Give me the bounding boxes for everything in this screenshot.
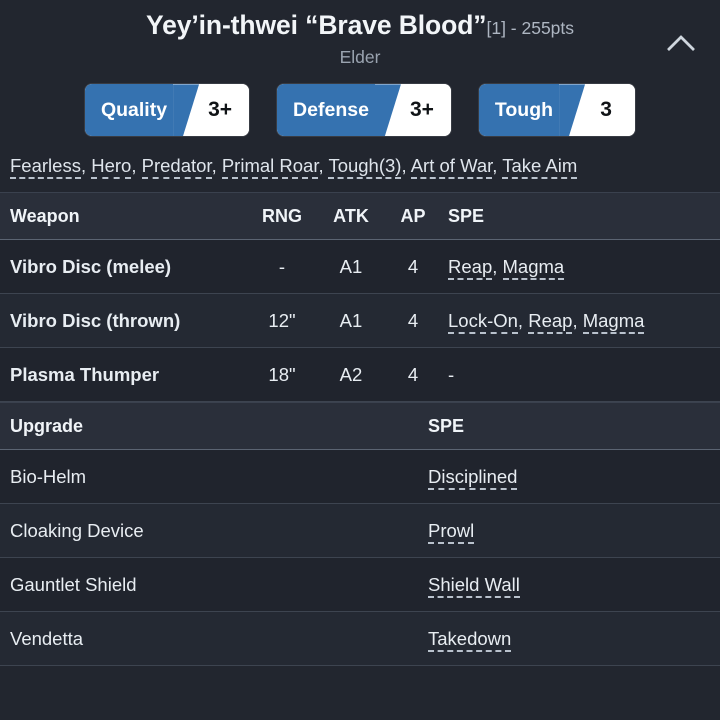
weapon-atk: A1: [316, 239, 386, 295]
upgrade-spe: Takedown: [420, 611, 720, 667]
upgrade-spe: Shield Wall: [420, 557, 720, 613]
weapon-rng: 12": [248, 293, 316, 349]
rule-separator: ,: [401, 155, 411, 177]
weapon-special-rule[interactable]: Reap: [448, 256, 493, 281]
column-header-weapon: Weapon: [0, 192, 248, 241]
table-row: Vendetta Takedown: [0, 611, 720, 667]
stat-label: Defense: [277, 84, 375, 137]
table-row: Bio-Helm Disciplined: [0, 449, 720, 505]
weapons-table: Weapon RNG ATK AP SPE Vibro Disc (melee)…: [0, 192, 720, 403]
weapon-special-rule[interactable]: Magma: [582, 310, 645, 335]
column-header-atk: ATK: [316, 192, 386, 241]
upgrade-spe: Prowl: [420, 503, 720, 559]
weapon-rng: 18": [248, 347, 316, 403]
rule-separator: ,: [131, 155, 142, 177]
stat-value: 3+: [400, 84, 451, 137]
weapon-name: Vibro Disc (thrown): [0, 293, 248, 349]
weapon-spe: -: [440, 347, 720, 403]
column-header-upgrade-spe: SPE: [420, 402, 720, 451]
column-header-upgrade: Upgrade: [0, 402, 420, 451]
upgrade-name: Gauntlet Shield: [0, 557, 420, 613]
rule-separator: ,: [492, 155, 503, 177]
upgrade-special-rule[interactable]: Shield Wall: [428, 574, 520, 599]
stat-badge-quality[interactable]: Quality 3+: [84, 84, 250, 137]
upgrade-name: Cloaking Device: [0, 503, 420, 559]
weapon-ap: 4: [386, 347, 440, 403]
special-rule[interactable]: Tough(3): [328, 155, 402, 180]
weapon-spe: Reap, Magma: [440, 239, 720, 295]
rule-separator: ,: [492, 256, 503, 278]
upgrade-special-rule[interactable]: Prowl: [428, 520, 475, 545]
special-rule[interactable]: Hero: [91, 155, 132, 180]
weapon-spe: Lock-On, Reap, Magma: [440, 293, 720, 349]
stat-value: 3: [585, 84, 636, 137]
weapon-ap: 4: [386, 293, 440, 349]
stat-wedge: [173, 84, 200, 137]
upgrade-special-rule[interactable]: Disciplined: [428, 466, 518, 491]
unit-name: Yey’in-thwei “Brave Blood”: [145, 10, 487, 40]
stat-badge-tough[interactable]: Tough 3: [478, 84, 636, 137]
table-row: Vibro Disc (thrown) 12" A1 4 Lock-On, Reap, …: [0, 293, 720, 349]
table-row: Cloaking Device Prowl: [0, 503, 720, 559]
stat-label: Tough: [478, 84, 560, 137]
upgrades-table-header-row: Upgrade SPE: [0, 402, 720, 451]
chevron-up-icon: [666, 34, 696, 64]
weapon-rng: -: [248, 239, 316, 295]
stat-badge-defense[interactable]: Defense 3+: [277, 84, 451, 137]
rule-separator: ,: [572, 310, 583, 332]
upgrade-name: Bio-Helm: [0, 449, 420, 505]
special-rules-list: Fearless, Hero, Predator, Primal Roar, T…: [0, 154, 720, 180]
stat-wedge: [374, 84, 401, 137]
table-row: Vibro Disc (melee) - A1 4 Reap, Magma: [0, 239, 720, 295]
upgrade-spe: Disciplined: [420, 449, 720, 505]
stat-label: Quality: [84, 84, 174, 137]
unit-subtitle: Elder: [339, 47, 381, 68]
stat-wedge: [559, 84, 586, 137]
unit-card: Yey’in-thwei “Brave Blood”[1] - 255pts E…: [0, 0, 720, 720]
upgrades-table: Upgrade SPE Bio-Helm Disciplined Cloaking …: [0, 402, 720, 667]
special-rule[interactable]: Predator: [141, 155, 212, 180]
weapon-name: Vibro Disc (melee): [0, 239, 248, 295]
weapon-atk: A1: [316, 293, 386, 349]
weapon-atk: A2: [316, 347, 386, 403]
column-header-rng: RNG: [248, 192, 316, 241]
stat-badges: Quality 3+ Defense 3+ Tough 3: [0, 84, 720, 137]
page-title: Yey’in-thwei “Brave Blood”[1] - 255pts: [0, 9, 720, 41]
rule-separator: ,: [318, 155, 329, 177]
weapon-special-rule[interactable]: Reap: [528, 310, 573, 335]
unit-meta: [1] - 255pts: [486, 18, 575, 38]
special-rule[interactable]: Fearless: [10, 155, 81, 180]
rule-separator: ,: [517, 310, 529, 332]
collapse-button[interactable]: [656, 26, 706, 66]
rule-separator: ,: [80, 155, 92, 177]
weapons-table-header-row: Weapon RNG ATK AP SPE: [0, 192, 720, 241]
table-row: Gauntlet Shield Shield Wall: [0, 557, 720, 613]
weapon-ap: 4: [386, 239, 440, 295]
weapon-name: Plasma Thumper: [0, 347, 248, 403]
special-rule[interactable]: Primal Roar: [221, 155, 319, 180]
weapon-special-rule[interactable]: Lock-On: [448, 310, 518, 335]
rule-separator: ,: [211, 155, 222, 177]
table-row: Plasma Thumper 18" A2 4-: [0, 347, 720, 403]
upgrade-special-rule[interactable]: Takedown: [428, 628, 512, 653]
upgrade-name: Vendetta: [0, 611, 420, 667]
special-rule[interactable]: Take Aim: [502, 155, 578, 180]
weapon-special-rule[interactable]: Magma: [502, 256, 565, 281]
unit-header: Yey’in-thwei “Brave Blood”[1] - 255pts E…: [0, 0, 720, 68]
special-rule[interactable]: Art of War: [410, 155, 493, 180]
column-header-spe: SPE: [440, 192, 720, 241]
stat-value: 3+: [199, 84, 250, 137]
column-header-ap: AP: [386, 192, 440, 241]
